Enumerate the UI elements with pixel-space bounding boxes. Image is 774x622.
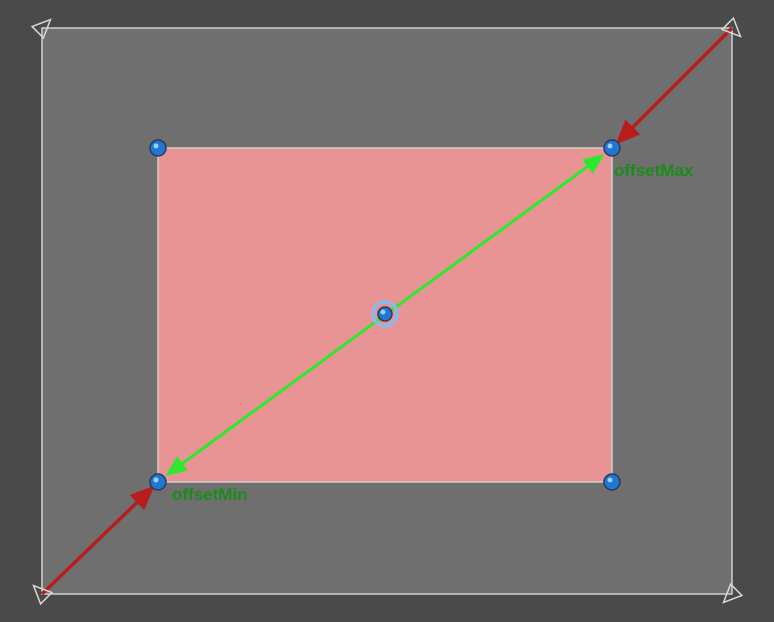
handle-bl[interactable] [150,474,166,490]
handle-br[interactable] [604,474,620,490]
diagram-canvas: offsetMin offsetMax [0,0,774,622]
pivot-handle[interactable] [378,307,392,321]
pivot-highlight [381,310,386,315]
label-offsetmin: offsetMin [172,485,248,504]
handle-tl[interactable] [150,140,166,156]
handle-tr[interactable] [604,140,620,156]
label-offsetmax: offsetMax [614,161,694,180]
